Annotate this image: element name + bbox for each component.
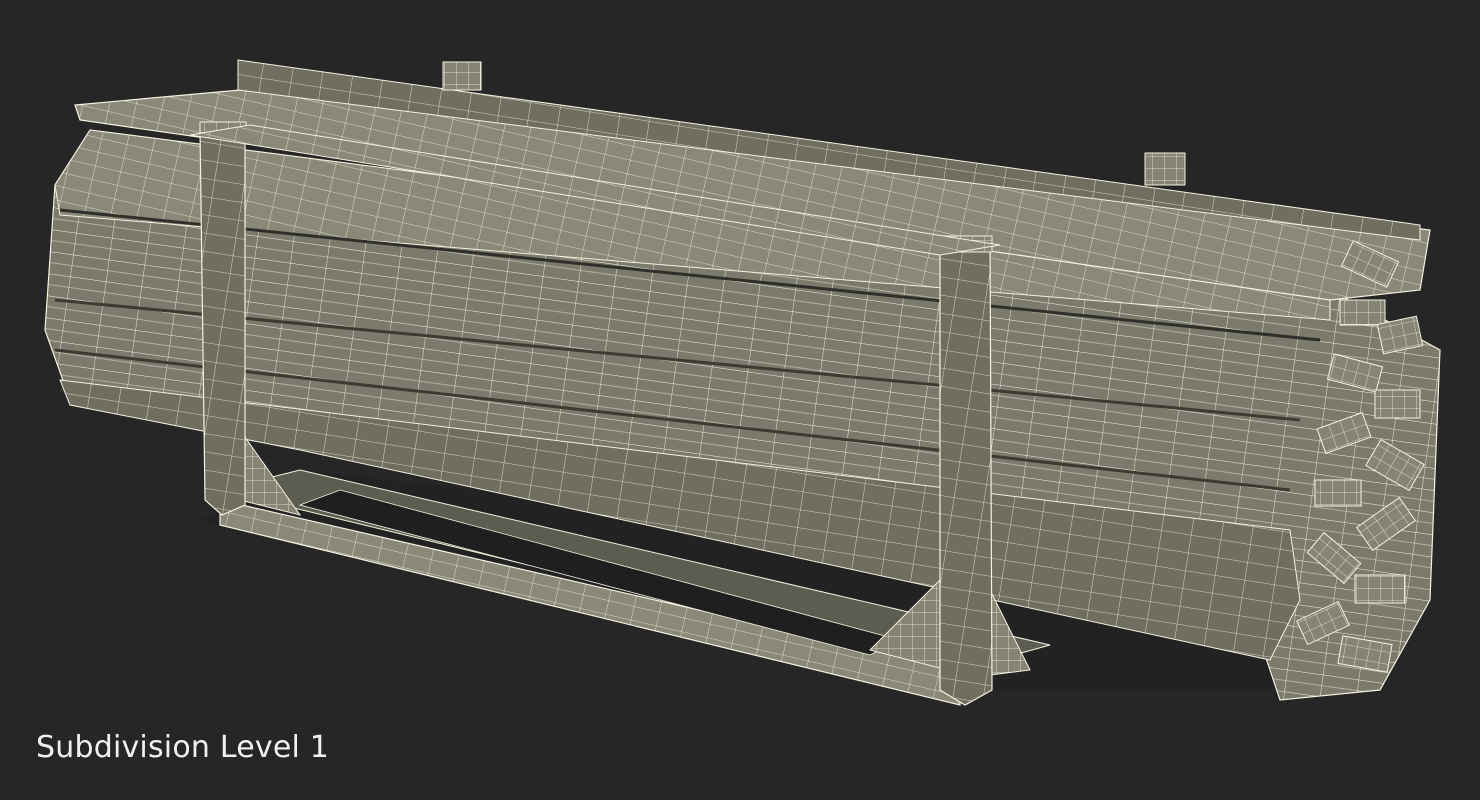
top-block-right xyxy=(1144,152,1186,186)
post-right xyxy=(939,239,993,706)
post-left xyxy=(199,124,246,516)
top-block-left xyxy=(442,61,482,91)
viewport: Subdivision Level 1 xyxy=(0,0,1480,800)
subdivision-level-label: Subdivision Level 1 xyxy=(36,730,330,765)
wireframe-model xyxy=(44,59,1441,706)
